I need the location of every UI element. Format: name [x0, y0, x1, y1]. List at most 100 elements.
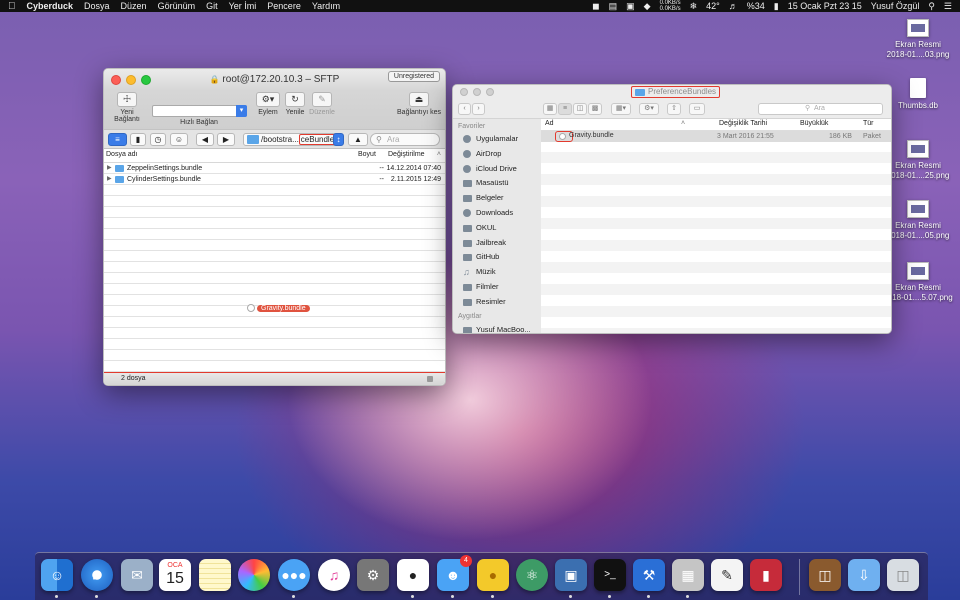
sidebar-item-desktop[interactable]: Masaüstü [453, 176, 541, 191]
edit-button[interactable]: ✎ Düzenle [308, 92, 336, 116]
disclosure-triangle-icon[interactable]: ▶ [107, 174, 112, 185]
menu-window[interactable]: Pencere [267, 1, 301, 11]
sidebar-item-music[interactable]: ♫ Müzik [453, 265, 541, 280]
dropbox-icon[interactable]: ◆ [644, 1, 651, 12]
sidebar-item-movies[interactable]: Filmler [453, 280, 541, 295]
menu-help[interactable]: Yardım [312, 1, 340, 11]
terminal-icon[interactable]: >_ [594, 559, 626, 591]
search-input[interactable]: ⚲ Ara [758, 103, 883, 115]
disconnect-button[interactable]: ⏏ Bağlantıyı kes [396, 92, 442, 116]
minimize-button[interactable] [126, 75, 136, 85]
desktop-icon-screenshot-1[interactable]: Ekran Resmi 2018-01....03.png [878, 19, 958, 60]
new-connection-button[interactable]: ☩ Yeni Bağlantı [107, 92, 147, 123]
textedit-icon[interactable]: ✎ [711, 559, 743, 591]
notification-center-icon[interactable]: ☰ [944, 1, 952, 12]
notes-icon[interactable] [199, 559, 231, 591]
column-kind[interactable]: Tür [863, 120, 874, 127]
trash-icon[interactable]: ◫ [887, 559, 919, 591]
mail-icon[interactable]: ✉ [121, 559, 153, 591]
finder-icon[interactable]: ☺ [41, 559, 73, 591]
refresh-button[interactable]: ↻ Yenile [284, 92, 306, 116]
unregistered-button[interactable]: Unregistered [387, 71, 440, 82]
datetime[interactable]: 15 Ocak Pzt 23 15 [788, 1, 862, 11]
zoom-button[interactable] [486, 88, 494, 96]
share-icon[interactable]: ⇧ [667, 103, 681, 115]
column-modified[interactable]: Değiştirilme [388, 151, 425, 158]
action-button[interactable]: ⚙▾ Eylem [254, 92, 282, 116]
gear-icon[interactable]: ⚙▾ [639, 103, 659, 115]
search-input[interactable]: ⚲ Ara [370, 133, 440, 146]
sidebar-item-documents[interactable]: Belgeler [453, 191, 541, 206]
sidebar-item-github[interactable]: GitHub [453, 250, 541, 265]
photo-icon[interactable]: ▣ [626, 1, 635, 12]
finder-titlebar[interactable]: PreferenceBundles [453, 85, 891, 99]
browser-view-icon[interactable]: ≡ [108, 133, 127, 146]
parent-dir-button[interactable]: ▲ [348, 133, 368, 146]
tag-icon[interactable]: ▭ [689, 103, 705, 115]
chevron-down-icon[interactable]: ▾ [236, 105, 247, 117]
close-button[interactable] [111, 75, 121, 85]
zoom-button[interactable] [141, 75, 151, 85]
icon-view-icon[interactable]: ▦ [543, 103, 557, 115]
cyberduck-icon[interactable]: ● [477, 559, 509, 591]
sidebar-item-icloud[interactable]: iCloud Drive [453, 162, 541, 177]
cyberduck-titlebar[interactable]: 🔒 root@172.20.10.3 – SFTP Unregistered [104, 69, 445, 91]
column-size[interactable]: Büyüklük [800, 120, 828, 127]
back-button[interactable]: ◀ [196, 133, 214, 146]
network-speed[interactable]: 0.0KB/s 0.0KB/s [660, 0, 681, 12]
bonjour-icon[interactable]: ☺ [170, 133, 188, 146]
messages-icon[interactable]: ●●● [278, 559, 310, 591]
menu-go[interactable]: Git [206, 1, 218, 11]
sidebar-item-applications[interactable]: Uygulamalar [453, 132, 541, 147]
menu-file[interactable]: Dosya [84, 1, 110, 11]
table-row[interactable]: Gravity.bundle 3 Mart 2016 21:55 186 KB … [541, 131, 891, 142]
atom-icon[interactable]: ⚛ [516, 559, 548, 591]
xcode-icon[interactable]: ⚒ [633, 559, 665, 591]
quick-connect-combo[interactable]: ▾ [152, 105, 247, 117]
cpu-graph-icon[interactable]: ▤ [609, 1, 618, 12]
sidebar-item-pictures[interactable]: Resimler [453, 295, 541, 310]
bookmark-icon[interactable]: ▮ [130, 133, 146, 146]
sidebar-item-downloads[interactable]: Downloads [453, 206, 541, 221]
apple-icon[interactable]:  [8, 1, 16, 12]
chevron-updown-icon[interactable]: ↕ [333, 133, 344, 146]
minimize-button[interactable] [473, 88, 481, 96]
volume-icon[interactable]: ♬ [729, 1, 738, 11]
list-view-icon[interactable]: ≡ [558, 103, 572, 115]
back-button[interactable]: ‹ [458, 103, 471, 115]
photos-icon[interactable] [238, 559, 270, 591]
dragged-item[interactable]: Gravity.bundle [247, 304, 310, 312]
cover-flow-icon[interactable]: ▩ [588, 103, 602, 115]
forward-button[interactable]: ▶ [217, 133, 235, 146]
column-name[interactable]: Dosya adı [106, 151, 138, 158]
menu-view[interactable]: Görünüm [158, 1, 196, 11]
archive-utility-icon[interactable]: ◫ [809, 559, 841, 591]
column-name[interactable]: Ad [545, 120, 554, 127]
user-name[interactable]: Yusuf Özgül [871, 1, 920, 11]
book-app-icon[interactable]: ▮ [750, 559, 782, 591]
menu-edit[interactable]: Düzen [121, 1, 147, 11]
arrange-icon[interactable]: ▦▾ [611, 103, 631, 115]
tweetbot-icon[interactable]: ☻ 4 [437, 555, 472, 591]
itunes-icon[interactable]: ♫ [318, 559, 350, 591]
menu-bookmarks[interactable]: Yer İmi [229, 1, 257, 11]
system-preferences-icon[interactable]: ⚙ [357, 559, 389, 591]
downloads-folder-icon[interactable]: ⇩ [848, 559, 880, 591]
sidebar-item-macbook[interactable]: Yusuf MacBoo... [453, 323, 541, 333]
column-modified[interactable]: Değişiklik Tarihi [719, 120, 767, 127]
preview-icon[interactable]: ▦ [672, 559, 704, 591]
screen-sharing-icon[interactable]: ▣ [555, 559, 587, 591]
safari-icon[interactable]: ➚ [81, 559, 113, 591]
battery-icon[interactable]: ▮ [774, 1, 779, 12]
github-icon[interactable]: ● [397, 559, 429, 591]
close-button[interactable] [460, 88, 468, 96]
battery[interactable]: %34 [747, 1, 765, 11]
table-row[interactable]: ▶ ZeppelinSettings.bundle -- 14.12.2014 … [104, 163, 445, 174]
calendar-icon[interactable]: OCA 15 [159, 559, 191, 591]
disclosure-triangle-icon[interactable]: ▶ [107, 163, 112, 174]
train-icon[interactable]: ◼ [592, 1, 599, 12]
path-selector[interactable]: /bootstra... ceBundles [243, 133, 343, 146]
menu-app-name[interactable]: Cyberduck [27, 1, 74, 11]
sidebar-item-airdrop[interactable]: AirDrop [453, 147, 541, 162]
spotlight-icon[interactable]: ⚲ [928, 1, 935, 12]
